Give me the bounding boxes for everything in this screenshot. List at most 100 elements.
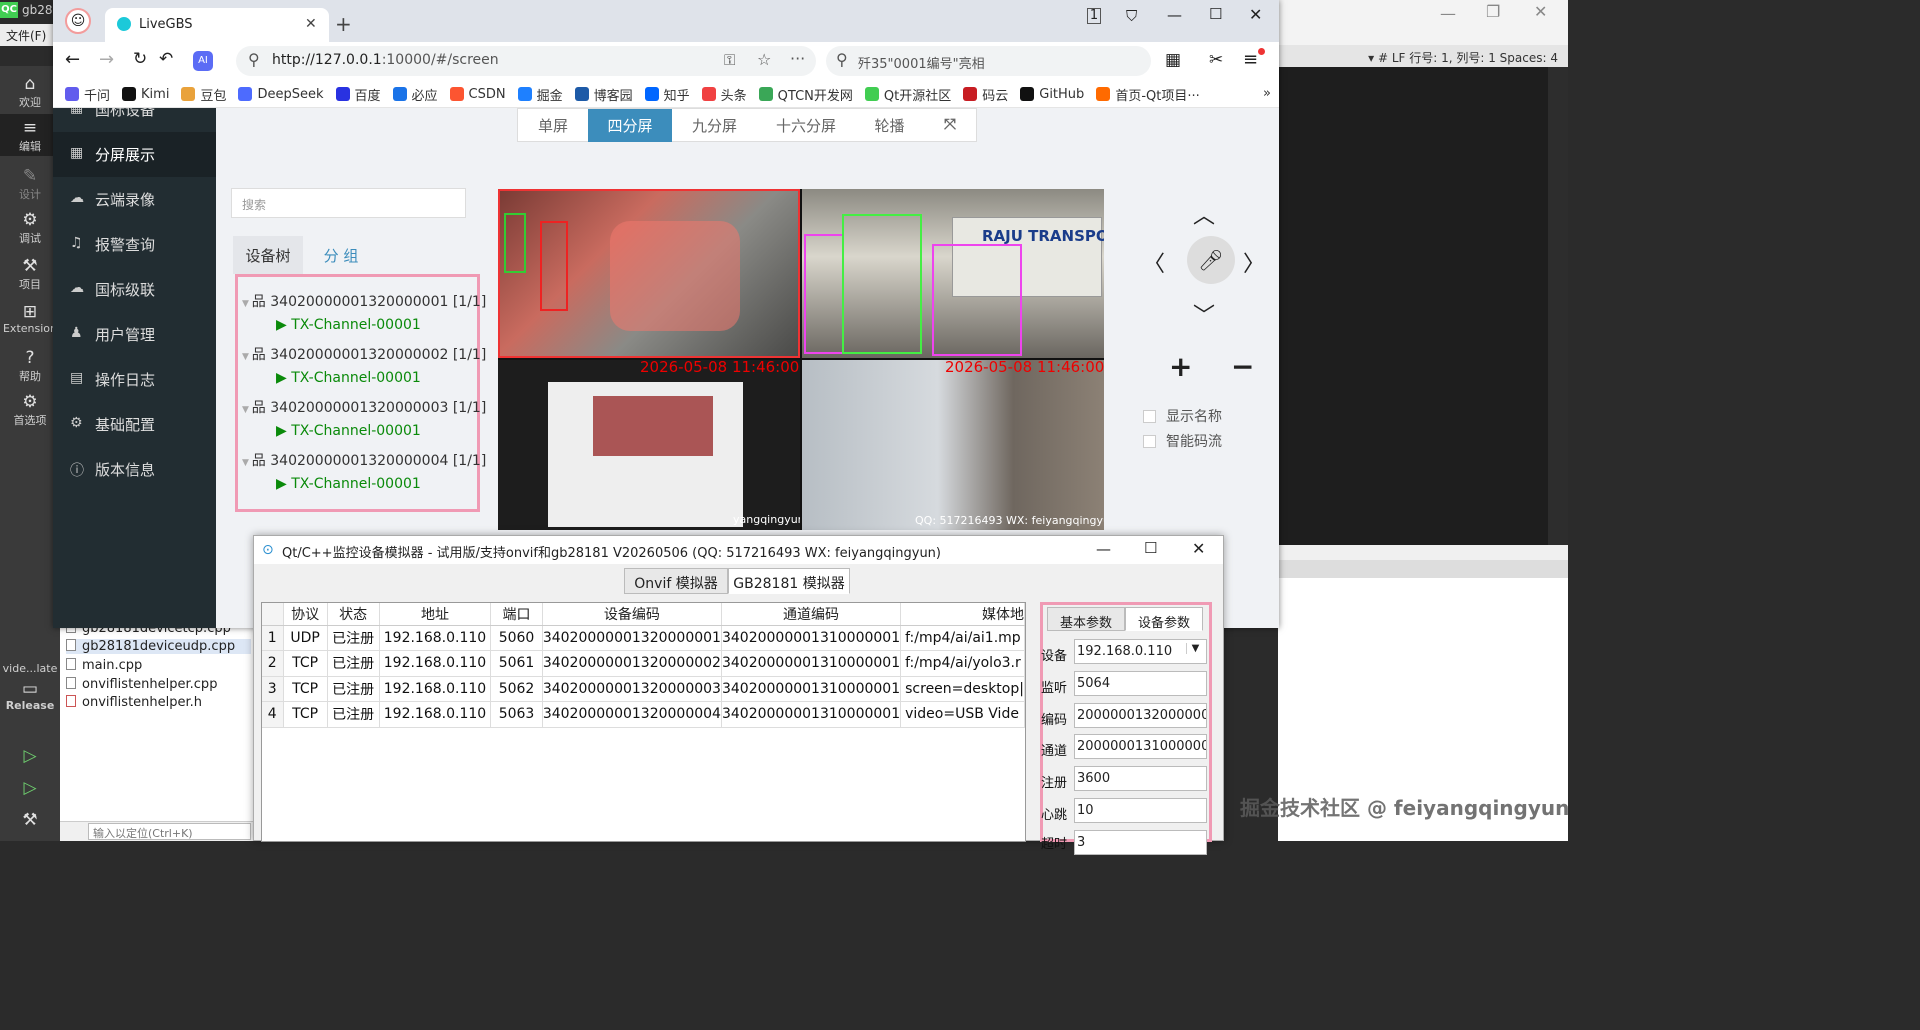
run-button[interactable]: ▷ [0, 746, 60, 766]
reload-icon[interactable]: ↻ [133, 49, 147, 69]
nav-item[interactable]: ☁ 国标级联 [53, 267, 216, 312]
file-item[interactable]: main.cpp [66, 658, 142, 673]
locator-input[interactable]: 输入以定位(Ctrl+K) [88, 823, 251, 840]
close-icon[interactable]: ✕ [1534, 2, 1547, 21]
ptz-down-icon[interactable]: ﹀ [1193, 298, 1215, 330]
file-item[interactable]: onviflistenhelper.cpp [66, 677, 217, 692]
ptz-left-icon[interactable]: 〈 [1143, 246, 1165, 278]
cell-address[interactable]: 192.168.0.110 [379, 650, 492, 677]
col-header[interactable]: 状态 [327, 603, 380, 626]
tree-device-node[interactable]: ▼ 品 34020000001320000004 [1/1] [242, 450, 486, 470]
bookmark-item[interactable]: 首页-Qt项目··· [1096, 80, 1200, 108]
bookmark-item[interactable]: QTCN开发网 [758, 80, 853, 108]
cell-media[interactable]: f:/mp4/ai/yolo3.r [900, 650, 1025, 677]
cell-device-id[interactable]: 34020000001320000001 [542, 625, 722, 651]
split-carousel[interactable]: 轮播 [855, 109, 924, 142]
cell-protocol[interactable]: TCP [283, 650, 328, 677]
table-row[interactable]: 1 UDP 已注册 192.168.0.110 5060 34020000001… [262, 625, 1025, 651]
minimize-icon[interactable]: — [1167, 6, 1182, 24]
mode-help[interactable]: ? 帮助 [0, 348, 60, 384]
channel-id-field[interactable]: 20000001310000001 [1074, 734, 1207, 759]
cell-protocol[interactable]: TCP [283, 676, 328, 702]
bookmark-item[interactable]: GitHub [1020, 80, 1084, 108]
bookmark-item[interactable]: DeepSeek [238, 80, 324, 108]
cell-address[interactable]: 192.168.0.110 [379, 701, 492, 728]
mode-edit[interactable]: ≡ 编辑 [0, 114, 60, 156]
close-tab-icon[interactable]: ✕ [305, 16, 317, 32]
tab-livegbs[interactable]: LiveGBS ✕ [105, 8, 329, 42]
cell-address[interactable]: 192.168.0.110 [379, 676, 492, 702]
cell-media[interactable]: f:/mp4/ai/ai1.mp [900, 625, 1025, 651]
checkbox[interactable] [1143, 410, 1156, 423]
mode-design[interactable]: ✎ 设计 [0, 166, 60, 202]
cell-port[interactable]: 5063 [490, 701, 543, 728]
col-header[interactable]: 媒体地 [900, 603, 1025, 626]
nav-item[interactable]: ♟ 用户管理 [53, 312, 216, 357]
cell-address[interactable]: 192.168.0.110 [379, 625, 492, 651]
cell-media[interactable]: video=USB Vide [900, 701, 1025, 728]
col-header[interactable]: 协议 [283, 603, 328, 626]
zoom-in-icon[interactable]: + [1169, 350, 1192, 383]
show-name-option[interactable]: 显示名称 [1143, 406, 1222, 426]
cell-channel-id[interactable]: 34020000001310000001 [721, 650, 902, 677]
video-cell-3[interactable]: 2026-05-08 11:46:00 yangqingyun [498, 360, 800, 530]
address-bar[interactable]: ⚲ http://127.0.0.1:10000/#/screen ⚿ ☆ ··… [236, 46, 816, 76]
ptz-up-icon[interactable]: ︿ [1193, 198, 1215, 230]
cell-channel-id[interactable]: 34020000001310000001 [721, 676, 902, 702]
file-item[interactable]: onviflistenhelper.h [66, 695, 202, 710]
menu-icon[interactable]: ≡ [1243, 49, 1258, 70]
zoom-out-icon[interactable]: − [1231, 350, 1254, 383]
table-row[interactable]: 3 TCP 已注册 192.168.0.110 5062 34020000001… [262, 676, 1025, 702]
video-cell-4[interactable]: 2026-05-08 11:46:00 QQ: 517216493 WX: fe… [802, 360, 1104, 530]
undo-icon[interactable]: ↶ [159, 49, 173, 69]
star-icon[interactable]: ☆ [757, 50, 771, 69]
editor-scrollbar[interactable] [1548, 67, 1568, 545]
split-four[interactable]: 四分屏 [588, 109, 672, 142]
tab-device-tree[interactable]: 设备树 [233, 236, 303, 274]
cell-device-id[interactable]: 34020000001320000002 [542, 650, 722, 677]
cell-status[interactable]: 已注册 [327, 701, 380, 728]
bookmark-item[interactable]: 头条 [701, 80, 747, 108]
split-nine[interactable]: 九分屏 [672, 109, 757, 142]
table-row[interactable]: 4 TCP 已注册 192.168.0.110 5063 34020000001… [262, 701, 1025, 728]
bookmark-item[interactable]: Qt开源社区 [864, 80, 951, 108]
video-cell-1[interactable] [498, 189, 800, 358]
tab-basic-params[interactable]: 基本参数 [1047, 607, 1125, 631]
tree-channel-node[interactable]: ▶ TX-Channel-00001 [276, 370, 421, 386]
tab-count-icon[interactable]: 1 [1087, 8, 1101, 24]
bookmarks-overflow-icon[interactable]: » [1263, 86, 1271, 101]
cell-port[interactable]: 5062 [490, 676, 543, 702]
file-item[interactable]: gb28181deviceudp.cpp [66, 639, 251, 654]
bookmark-item[interactable]: 必应 [392, 80, 438, 108]
mode-welcome[interactable]: ⌂ 欢迎 [0, 74, 60, 110]
timeout-field[interactable]: 3 [1074, 830, 1207, 855]
bookmark-item[interactable]: 码云 [963, 80, 1008, 108]
cell-protocol[interactable]: UDP [283, 625, 328, 651]
register-interval-field[interactable]: 3600 [1074, 766, 1207, 791]
bookmark-item[interactable]: 博客园 [574, 80, 633, 108]
split-sixteen[interactable]: 十六分屏 [757, 109, 855, 142]
tree-device-node[interactable]: ▼ 品 34020000001320000001 [1/1] [242, 291, 486, 311]
bookmark-item[interactable]: 千问 [65, 80, 110, 108]
close-icon[interactable]: ✕ [1192, 539, 1205, 558]
shirt-icon[interactable]: ⛉ [1126, 7, 1137, 25]
cell-channel-id[interactable]: 34020000001310000001 [721, 625, 902, 651]
checkbox[interactable] [1143, 435, 1156, 448]
table-row[interactable]: 2 TCP 已注册 192.168.0.110 5061 34020000001… [262, 650, 1025, 677]
col-header[interactable]: 地址 [379, 603, 492, 626]
code-editor[interactable] [1278, 67, 1548, 545]
tab-gb28181[interactable]: GB28181 模拟器 [728, 568, 850, 594]
nav-item[interactable]: ▦ 分屏展示 [53, 132, 216, 177]
cell-media[interactable]: screen=desktop| [900, 676, 1025, 702]
file-menu[interactable]: 文件(F) [0, 24, 60, 46]
bookmark-item[interactable]: 知乎 [644, 80, 690, 108]
heartbeat-field[interactable]: 10 [1074, 798, 1207, 823]
back-icon[interactable]: ← [65, 49, 80, 70]
cell-port[interactable]: 5060 [490, 625, 543, 651]
ptz-right-icon[interactable]: 〉 [1243, 246, 1265, 278]
nav-item[interactable]: ▤ 操作日志 [53, 357, 216, 402]
col-header[interactable]: 端口 [490, 603, 543, 626]
video-cell-2[interactable]: RAJU TRANSPORT [802, 189, 1104, 358]
device-ip-select[interactable]: 192.168.0.110 ▼ [1074, 639, 1207, 664]
listen-port-field[interactable]: 5064 [1074, 671, 1207, 696]
